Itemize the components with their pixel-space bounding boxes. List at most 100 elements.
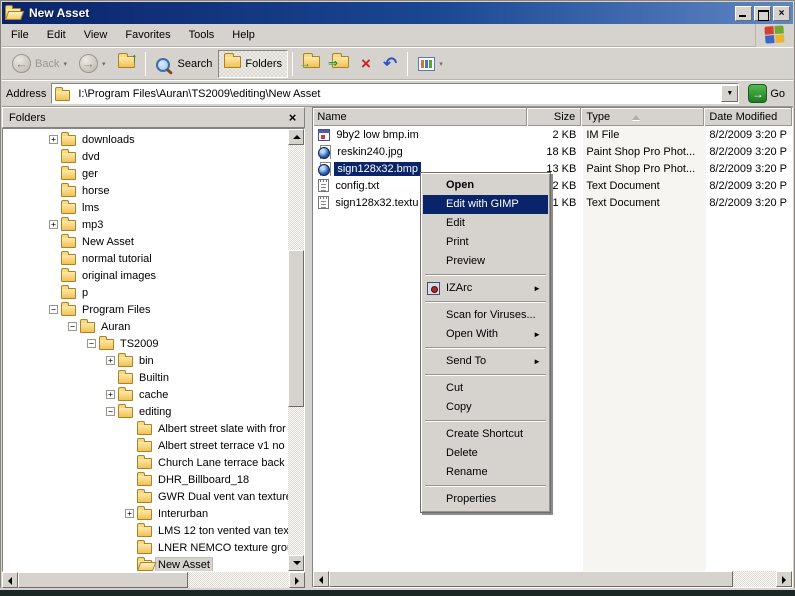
expand-icon[interactable]: + — [49, 220, 58, 229]
collapse-icon[interactable]: − — [87, 339, 96, 348]
scroll-up-icon[interactable] — [288, 129, 304, 145]
tree-item[interactable]: p — [3, 284, 288, 301]
tree-item[interactable]: Church Lane terrace back g — [3, 454, 288, 471]
scroll-right-icon[interactable] — [776, 571, 792, 587]
back-button[interactable]: ←Back▾ — [6, 50, 73, 78]
context-menu-item-send-to[interactable]: Send To► — [423, 352, 548, 371]
menu-item-view[interactable]: View — [75, 26, 117, 44]
menu-item-tools[interactable]: Tools — [180, 26, 224, 44]
tree-item[interactable]: normal tutorial — [3, 250, 288, 267]
tree-item[interactable]: New Asset — [3, 556, 288, 571]
address-combo[interactable]: I:\Program Files\Auran\TS2009\editing\Ne… — [51, 83, 739, 104]
tree-item[interactable]: horse — [3, 182, 288, 199]
context-menu-item-rename[interactable]: Rename — [423, 463, 548, 482]
minimize-button[interactable] — [735, 6, 752, 21]
tree-item[interactable]: +cache — [3, 386, 288, 403]
context-menu-item-preview[interactable]: Preview — [423, 252, 548, 271]
file-row[interactable]: reskin240.jpg18 KBPaint Shop Pro Phot...… — [313, 143, 792, 160]
file-row[interactable]: config.txt2 KBText Document8/2/2009 3:20… — [313, 177, 792, 194]
column-header-size[interactable]: Size — [527, 108, 581, 126]
file-row[interactable]: sign128x32.textu1 KBText Document8/2/200… — [313, 194, 792, 211]
scroll-left-icon[interactable] — [2, 572, 18, 588]
context-menu-item-scan-for-viruses-[interactable]: Scan for Viruses... — [423, 306, 548, 325]
context-menu-item-create-shortcut[interactable]: Create Shortcut — [423, 425, 548, 444]
tree-item[interactable]: −Program Files — [3, 301, 288, 318]
address-dropdown-icon[interactable]: ▼ — [721, 85, 738, 102]
expand-icon[interactable]: + — [106, 356, 115, 365]
context-menu-item-copy[interactable]: Copy — [423, 398, 548, 417]
folders-close-icon[interactable]: × — [287, 112, 299, 124]
scroll-right-icon[interactable] — [289, 572, 305, 588]
tree-item[interactable]: +mp3 — [3, 216, 288, 233]
folders-button[interactable]: Folders — [218, 50, 288, 78]
tree-item[interactable]: +Interurban — [3, 505, 288, 522]
list-horizontal-scrollbar[interactable] — [313, 571, 792, 587]
folder-icon — [61, 186, 76, 197]
views-button[interactable]: ▾ — [412, 50, 449, 78]
context-menu-item-edit[interactable]: Edit — [423, 214, 548, 233]
tree-item[interactable]: Albert street slate with fror — [3, 420, 288, 437]
tree-vscroll-thumb[interactable] — [288, 250, 304, 407]
tree-item[interactable]: +bin — [3, 352, 288, 369]
tree-item[interactable]: Albert street terrace v1 no — [3, 437, 288, 454]
move-to-button[interactable]: → — [297, 50, 326, 78]
expand-icon[interactable]: + — [106, 390, 115, 399]
tree-item[interactable]: ger — [3, 165, 288, 182]
close-button[interactable]: × — [773, 6, 790, 21]
context-menu-item-edit-with-gimp[interactable]: Edit with GIMP — [423, 195, 548, 214]
menu-item-file[interactable]: File — [2, 26, 38, 44]
scroll-down-icon[interactable] — [288, 555, 304, 571]
file-row[interactable]: sign128x32.bmp13 KBPaint Shop Pro Phot..… — [313, 160, 792, 177]
folders-tree: +downloadsdvdgerhorselms+mp3New Assetnor… — [3, 131, 288, 571]
collapse-icon[interactable]: − — [106, 407, 115, 416]
search-button[interactable]: Search — [150, 50, 219, 78]
context-menu-item-open[interactable]: Open — [423, 176, 548, 195]
tree-item[interactable]: −editing — [3, 403, 288, 420]
tree-item[interactable]: New Asset — [3, 233, 288, 250]
collapse-icon[interactable]: − — [49, 305, 58, 314]
copy-to-button[interactable]: ⇒ — [326, 50, 355, 78]
column-header-label: Date Modified — [709, 111, 777, 123]
expand-icon[interactable]: + — [49, 135, 58, 144]
context-menu-item-cut[interactable]: Cut — [423, 379, 548, 398]
context-menu-item-print[interactable]: Print — [423, 233, 548, 252]
tree-item[interactable]: −TS2009 — [3, 335, 288, 352]
scroll-left-icon[interactable] — [313, 571, 329, 587]
column-header-label: Type — [586, 111, 610, 123]
tree-item[interactable]: +downloads — [3, 131, 288, 148]
up-button[interactable]: ↑ — [112, 50, 141, 78]
context-menu-item-open-with[interactable]: Open With► — [423, 325, 548, 344]
context-menu-item-izarc[interactable]: IZArc► — [423, 279, 548, 298]
delete-button[interactable]: × — [355, 50, 377, 78]
undo-button[interactable]: ↶ — [377, 50, 403, 78]
context-menu-item-delete[interactable]: Delete — [423, 444, 548, 463]
tree-vertical-scrollbar[interactable] — [288, 129, 304, 571]
column-header-name[interactable]: Name — [313, 108, 527, 126]
context-menu-item-properties[interactable]: Properties — [423, 490, 548, 509]
tree-item[interactable]: dvd — [3, 148, 288, 165]
column-header-type[interactable]: Type — [581, 108, 704, 126]
column-header-date-modified[interactable]: Date Modified — [704, 108, 792, 126]
expand-icon[interactable]: + — [125, 509, 134, 518]
tree-horizontal-scrollbar[interactable] — [2, 572, 305, 588]
tree-hscroll-thumb[interactable] — [18, 572, 188, 588]
tree-item[interactable]: LNER NEMCO texture group — [3, 539, 288, 556]
go-button[interactable]: → Go — [744, 83, 789, 104]
list-hscroll-thumb[interactable] — [329, 571, 733, 587]
tree-item[interactable]: GWR Dual vent van texture — [3, 488, 288, 505]
menu-item-favorites[interactable]: Favorites — [116, 26, 179, 44]
tree-item[interactable]: DHR_Billboard_18 — [3, 471, 288, 488]
panel-divider[interactable] — [305, 107, 312, 588]
collapse-icon[interactable]: − — [68, 322, 77, 331]
forward-button[interactable]: →▾ — [73, 50, 112, 78]
menu-item-help[interactable]: Help — [223, 26, 264, 44]
tree-item[interactable]: LMS 12 ton vented van text — [3, 522, 288, 539]
title-bar[interactable]: New Asset × — [2, 2, 793, 24]
tree-item[interactable]: Builtin — [3, 369, 288, 386]
tree-item[interactable]: −Auran — [3, 318, 288, 335]
tree-item[interactable]: lms — [3, 199, 288, 216]
menu-item-edit[interactable]: Edit — [38, 26, 75, 44]
maximize-button[interactable] — [754, 6, 771, 21]
tree-item[interactable]: original images — [3, 267, 288, 284]
file-row[interactable]: 9by2 low bmp.im2 KBIM File8/2/2009 3:20 … — [313, 126, 792, 143]
